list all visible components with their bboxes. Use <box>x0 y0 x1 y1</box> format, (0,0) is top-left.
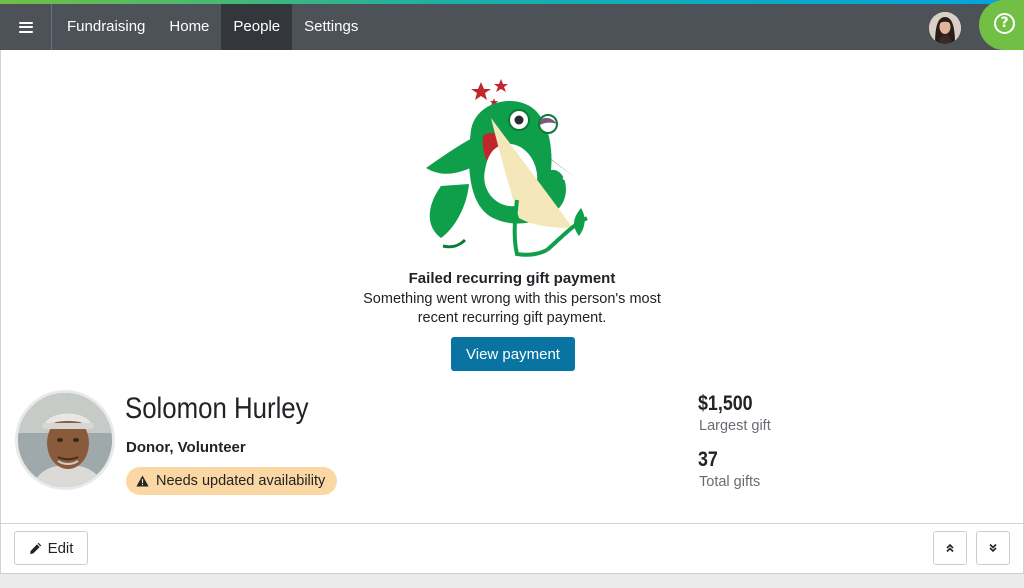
availability-badge-label: Needs updated availability <box>156 473 326 489</box>
nav-item-fundraising[interactable]: Fundraising <box>55 4 157 50</box>
collapse-button[interactable] <box>933 531 967 565</box>
edit-button-label: Edit <box>47 539 74 557</box>
nav-item-home[interactable]: Home <box>157 4 221 50</box>
dazed-hummingbird-illustration <box>426 79 588 257</box>
double-chevron-down-icon <box>989 543 997 553</box>
pencil-icon <box>29 542 41 554</box>
alert-title: Failed recurring gift payment <box>408 270 616 287</box>
card-footer: Edit <box>0 524 1024 574</box>
main-menu-button[interactable] <box>0 4 52 50</box>
availability-badge[interactable]: Needs updated availability <box>126 467 338 495</box>
nav-item-people[interactable]: People <box>221 4 293 50</box>
person-name: Solomon Hurley <box>125 392 309 425</box>
top-navbar: Fundraising Home People Settings <box>0 4 1024 50</box>
expand-button[interactable] <box>976 531 1010 565</box>
nav-item-settings[interactable]: Settings <box>292 4 370 50</box>
question-circle-icon: ? <box>994 13 1015 34</box>
help-button[interactable]: ? <box>979 0 1024 50</box>
edit-button[interactable]: Edit <box>14 531 88 565</box>
largest-gift-value: $1,500 <box>698 392 753 415</box>
warning-triangle-icon <box>136 475 149 487</box>
user-avatar[interactable] <box>929 12 961 44</box>
largest-gift-label: Largest gift <box>699 418 771 434</box>
total-gifts-label: Total gifts <box>699 474 761 490</box>
person-photo <box>15 390 115 490</box>
person-roles: Donor, Volunteer <box>126 439 246 456</box>
person-profile-card: Failed recurring gift payment Something … <box>0 50 1024 524</box>
alert-message: Something went wrong with this person's … <box>363 291 661 326</box>
hamburger-icon <box>18 21 33 33</box>
total-gifts-value: 37 <box>698 448 718 471</box>
double-chevron-up-icon <box>946 543 954 553</box>
view-payment-button[interactable]: View payment <box>451 337 575 371</box>
